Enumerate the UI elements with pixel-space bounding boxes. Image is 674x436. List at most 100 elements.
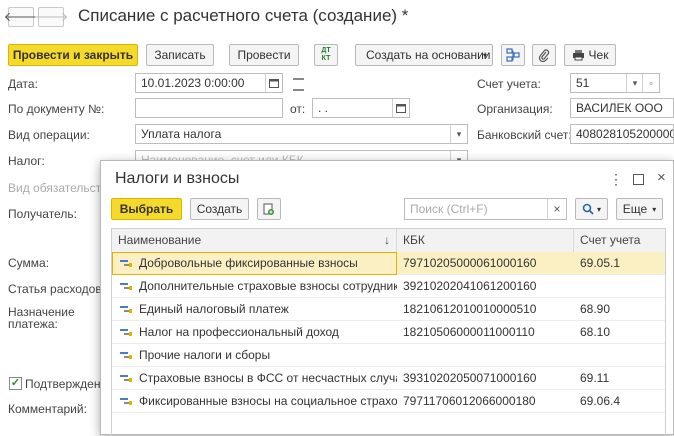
calendar-icon[interactable]: [265, 74, 282, 92]
organization-label: Организация:: [477, 102, 553, 116]
dt-kt-button[interactable]: ДТ КТ: [314, 44, 338, 66]
taxes-table: Наименование ↓ КБК Счет учета Добровольн…: [111, 228, 666, 436]
column-header-name[interactable]: Наименование ↓: [112, 229, 397, 252]
table-row[interactable]: Прочие налоги и сборы: [112, 344, 665, 367]
table-row[interactable]: Налог на профессиональный доход 182105060…: [112, 321, 665, 344]
table-row[interactable]: Единый налоговый платеж 18210612010010000…: [112, 298, 665, 321]
bank-account-field[interactable]: 40802810520000000: [570, 124, 674, 144]
sort-down-icon: ↓: [384, 233, 390, 247]
search-options-button[interactable]: ▾: [575, 198, 608, 220]
comment-label: Комментарий:: [8, 402, 87, 416]
column-header-account[interactable]: Счет учета: [574, 229, 665, 252]
recipient-label: Получатель:: [8, 207, 77, 221]
structure-button[interactable]: [501, 44, 525, 66]
post-and-close-button[interactable]: Провести и закрыть: [8, 44, 138, 66]
confirmed-checkbox[interactable]: ✓: [9, 377, 22, 390]
obligation-type-label: Вид обязательства: [8, 181, 115, 195]
save-button[interactable]: Записать: [146, 44, 214, 66]
cell-account: 69.11: [580, 371, 610, 385]
check-icon: ✓: [10, 377, 21, 389]
dt-kt-icon: ДТ КТ: [321, 47, 331, 62]
account-label: Счет учета:: [477, 77, 541, 91]
more-button[interactable]: Еще ▾: [616, 198, 663, 220]
cell-kbk: [397, 344, 574, 366]
dropdown-icon: ▾: [652, 204, 657, 214]
expense-item-label: Статья расходов:: [8, 282, 106, 296]
dropdown-icon: ▾: [482, 50, 487, 60]
copy-add-icon: [263, 203, 274, 215]
back-button[interactable]: 🡐: [4, 7, 38, 27]
chevron-down-icon[interactable]: ▾: [626, 74, 643, 92]
calendar-icon[interactable]: [392, 99, 409, 117]
cell-kbk: 18210506000011000110: [403, 325, 535, 339]
attach-button[interactable]: [532, 44, 556, 66]
doc-number-label: По документу №:: [8, 102, 105, 116]
receipt-label: Чек: [588, 48, 609, 62]
cell-kbk: 79711706012066000180: [403, 394, 536, 408]
cell-name: Налог на профессиональный доход: [139, 325, 339, 339]
window-title: Списание с расчетного счета (создание) *: [78, 6, 409, 25]
table-row[interactable]: Фиксированные взносы на социальное страх…: [112, 390, 665, 413]
search-placeholder: Поиск (Ctrl+F): [410, 202, 488, 216]
taxes-dialog: Налоги и взносы ⋮ × Выбрать Создать Поис…: [100, 160, 674, 436]
clear-icon[interactable]: ×: [547, 199, 566, 219]
table-row[interactable]: Добровольные фиксированные взносы 7971020…: [112, 252, 665, 275]
cell-account: 68.10: [580, 325, 611, 339]
history-icon[interactable]: [293, 78, 304, 91]
choose-button[interactable]: Выбрать: [111, 198, 182, 220]
table-row[interactable]: Дополнительные страховые взносы сотрудни…: [112, 275, 665, 298]
cell-name: Дополнительные страховые взносы сотрудни…: [139, 279, 397, 293]
cell-account: [574, 275, 665, 297]
cell-name: Фиксированные взносы на социальное страх…: [139, 394, 397, 408]
cell-name: Страховые взносы в ФСС от несчастных слу…: [139, 371, 397, 385]
copy-button[interactable]: [257, 198, 281, 220]
chevron-down-icon[interactable]: ▾: [450, 125, 467, 143]
operation-type-field[interactable]: Уплата налога ▾: [135, 124, 468, 144]
from-date-field[interactable]: . .: [312, 98, 410, 118]
dropdown-icon: ▾: [596, 204, 601, 214]
close-icon[interactable]: ×: [657, 169, 666, 186]
dialog-title: Налоги и взносы: [115, 170, 240, 187]
date-field[interactable]: 10.01.2023 0:00:00: [135, 73, 283, 93]
cell-kbk: 39310202050071000160: [403, 371, 537, 385]
open-icon[interactable]: ▫: [642, 74, 659, 92]
printer-icon: [572, 50, 584, 61]
create-based-on-button[interactable]: Создать на основании ▾: [355, 44, 493, 66]
more-vertical-icon[interactable]: ⋮: [609, 171, 623, 188]
search-input[interactable]: Поиск (Ctrl+F) ×: [404, 198, 567, 220]
bank-account-value: 40802810520000000: [576, 127, 673, 141]
cell-name: Добровольные фиксированные взносы: [139, 256, 358, 270]
create-based-on-label: Создать на основании: [366, 48, 491, 62]
column-header-kbk[interactable]: КБК: [397, 229, 574, 252]
confirmed-label: Подтверждено: [25, 377, 108, 391]
post-button[interactable]: Провести: [229, 44, 299, 66]
cell-account: 68.90: [580, 302, 611, 316]
doc-number-field[interactable]: [135, 98, 283, 118]
structure-icon: [506, 48, 520, 62]
cell-name: Прочие налоги и сборы: [139, 348, 271, 362]
cell-kbk: 79710205000061000160: [403, 256, 537, 270]
create-button[interactable]: Создать: [190, 198, 249, 220]
purpose-label-line2: платежа:: [8, 317, 58, 331]
table-row[interactable]: Страховые взносы в ФСС от несчастных слу…: [112, 367, 665, 390]
account-value: 51: [576, 76, 590, 90]
cell-kbk: 18210612010010000510: [403, 302, 537, 316]
table-header: Наименование ↓ КБК Счет учета: [112, 229, 665, 253]
operation-type-value: Уплата налога: [141, 127, 222, 141]
cell-account: 69.05.1: [580, 256, 621, 270]
date-value: 10.01.2023 0:00:00: [141, 76, 245, 90]
paperclip-icon: [538, 49, 550, 62]
cell-name: Единый налоговый платеж: [139, 302, 289, 316]
organization-field[interactable]: ВАСИЛЕК ООО: [570, 98, 674, 118]
tax-label: Налог:: [8, 154, 45, 168]
sum-label: Сумма:: [8, 256, 50, 270]
arrow-right-icon: 🡒: [33, 9, 69, 24]
date-label: Дата:: [8, 77, 38, 91]
organization-value: ВАСИЛЕК ООО: [576, 101, 663, 115]
forward-button[interactable]: 🡒: [34, 7, 68, 27]
from-label: от:: [290, 102, 306, 116]
maximize-icon[interactable]: [633, 174, 644, 185]
account-field[interactable]: 51 ▾ ▫: [570, 73, 660, 93]
receipt-button[interactable]: Чек: [564, 44, 616, 66]
bank-account-label: Банковский счет:: [477, 128, 572, 142]
